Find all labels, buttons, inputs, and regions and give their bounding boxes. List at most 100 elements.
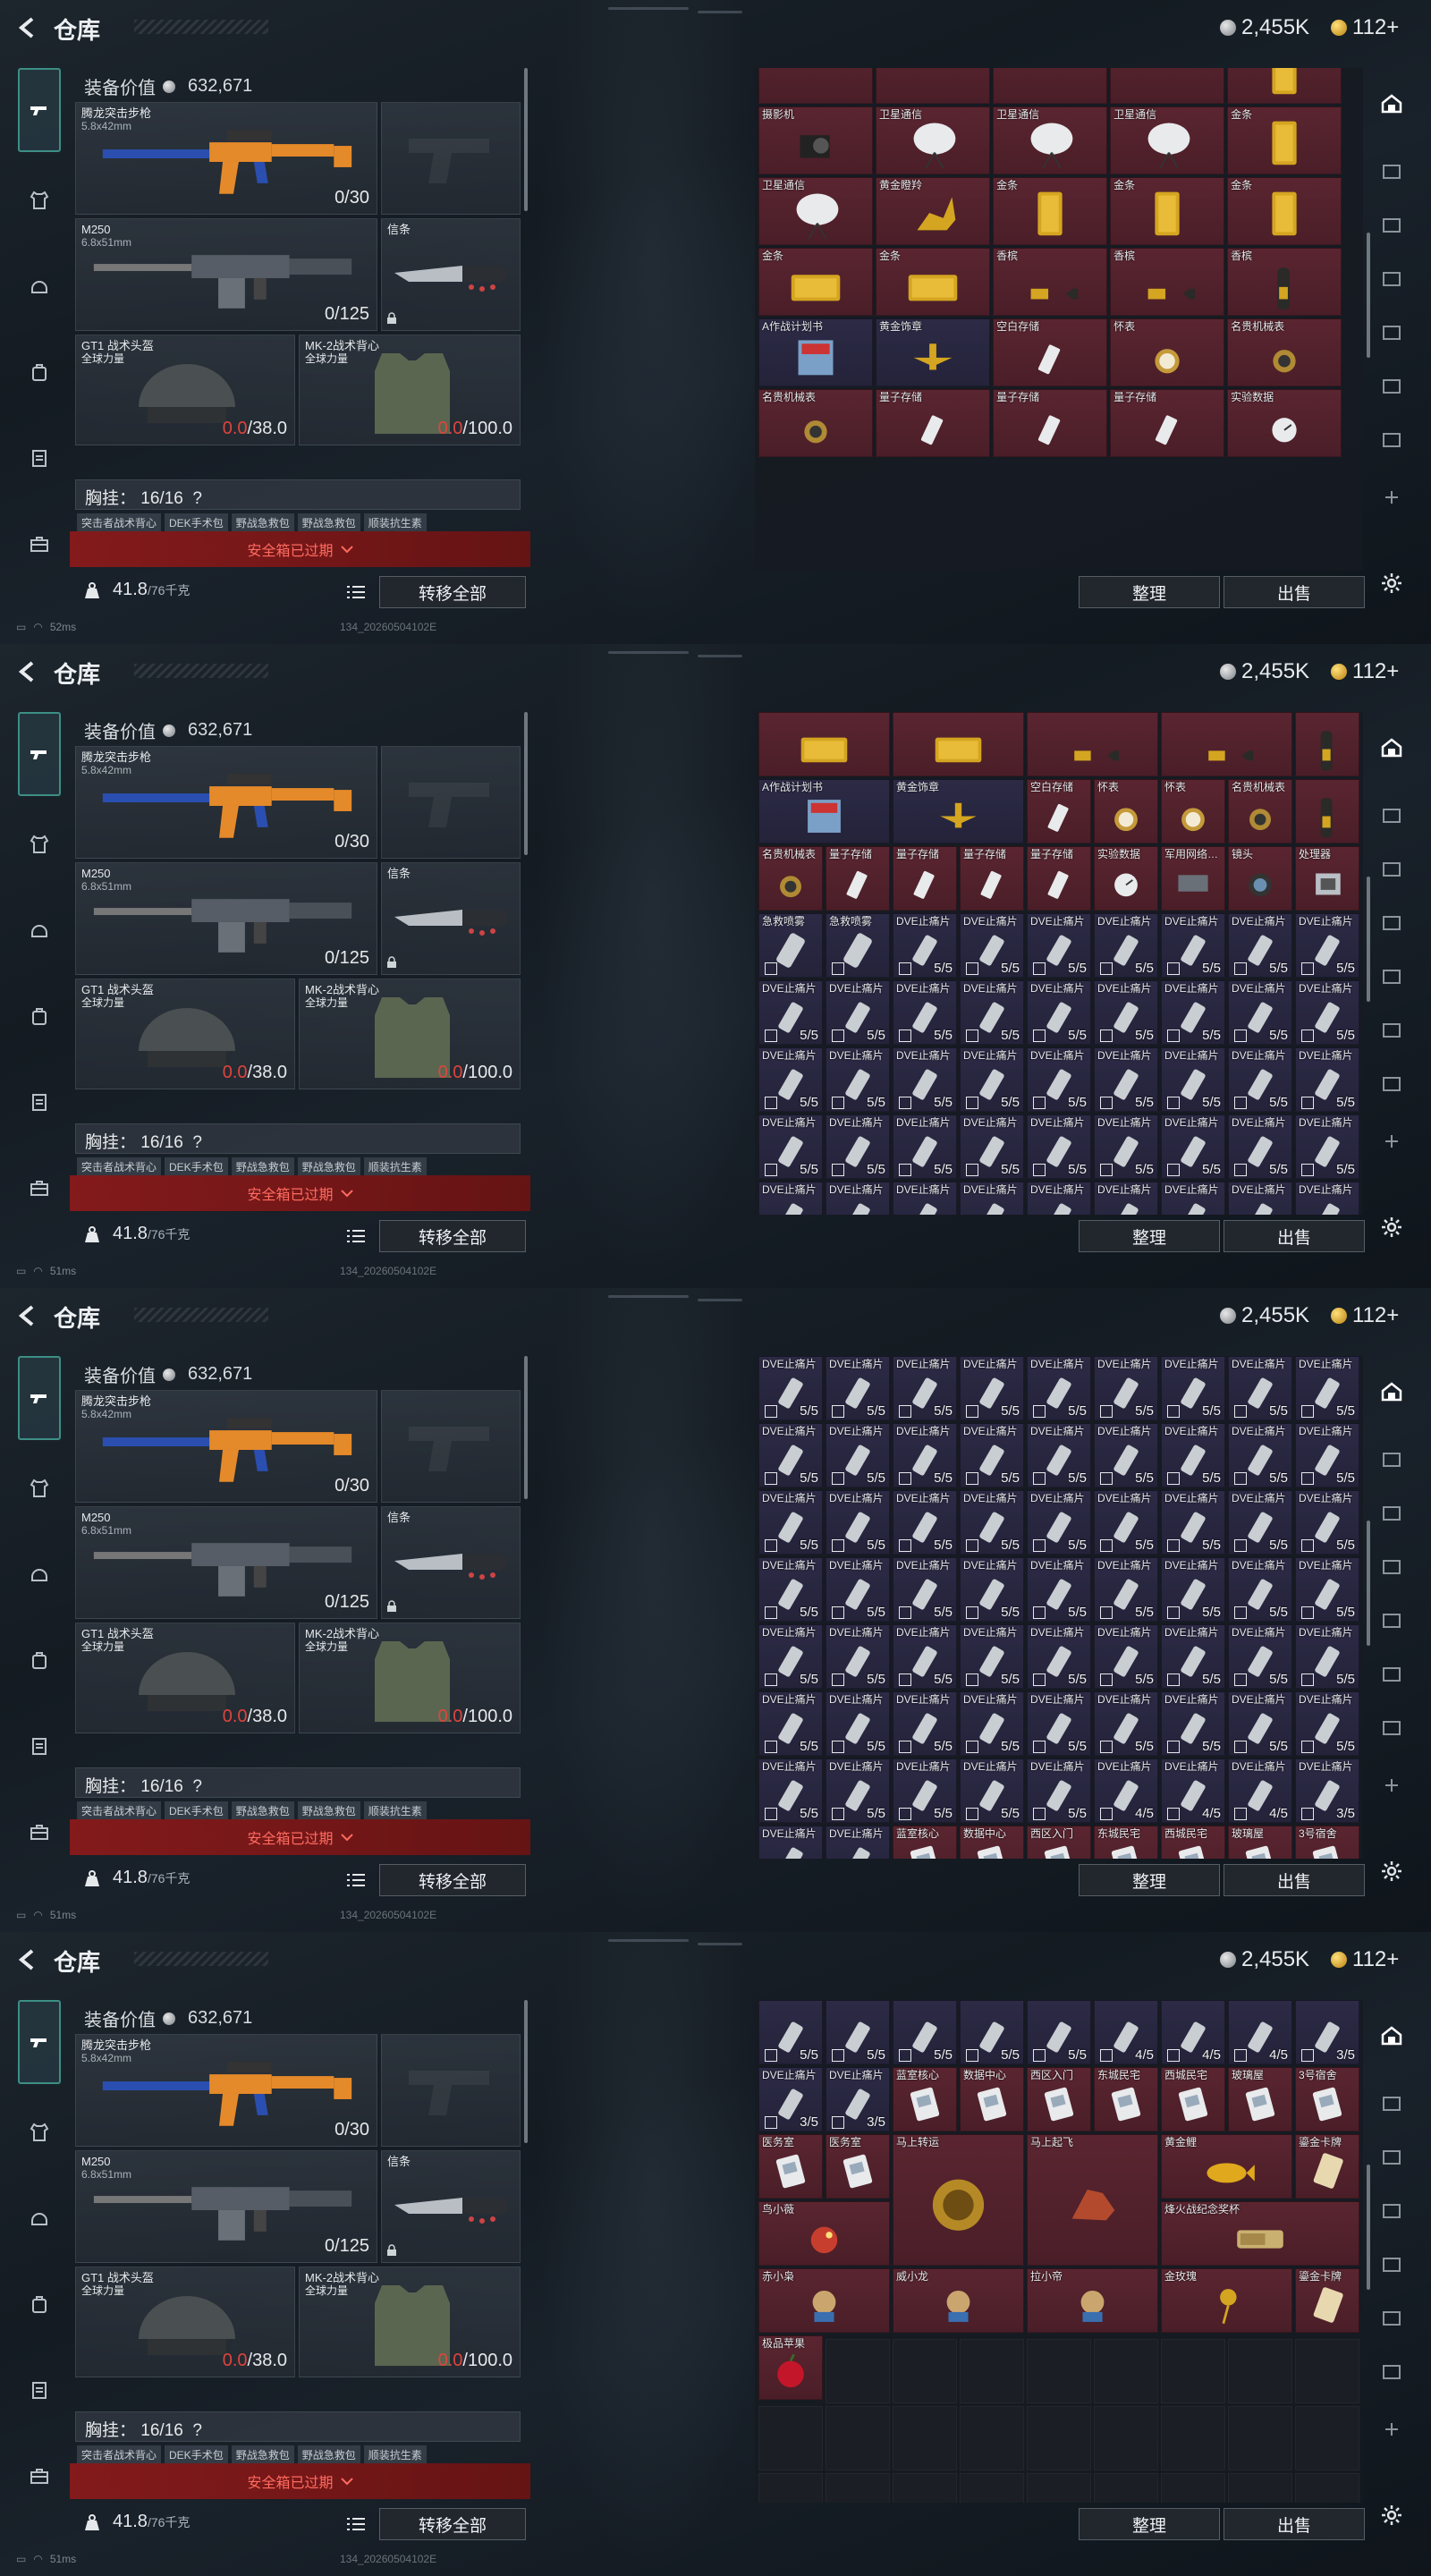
help-icon[interactable]: ?	[192, 1133, 202, 1152]
inventory-item[interactable]: 实验数据	[1094, 846, 1158, 911]
sell-button[interactable]: 出售	[1224, 1864, 1365, 1896]
primary-weapon-slot[interactable]: 腾龙突击步枪 5.8x42mm 0/30	[75, 102, 377, 215]
inventory-item[interactable]: 名贵机械表	[758, 846, 823, 911]
inventory-item[interactable]: DVE止痛片5/5	[893, 1423, 957, 1487]
add-container-button[interactable]	[1374, 479, 1410, 515]
inventory-item[interactable]: DVE止痛片5/5	[1027, 913, 1091, 978]
inventory-item[interactable]: 实验数据	[1227, 389, 1342, 457]
sidebar-weapons[interactable]	[18, 68, 61, 152]
inventory-item[interactable]: 马上起飞	[1027, 2134, 1158, 2266]
inventory-item[interactable]: DVE止痛片5/5	[893, 1114, 957, 1179]
chest-rig-item[interactable]: DEK手术包	[165, 1157, 228, 1175]
inventory-item[interactable]: 鸟小薇	[758, 2201, 890, 2266]
inventory-item[interactable]: DVE止痛片5/5	[826, 1182, 890, 1215]
sidearm-slot-empty[interactable]	[381, 746, 521, 859]
inventory-item[interactable]: DVE止痛片5/5	[960, 980, 1024, 1045]
silver-currency[interactable]: 2,455K	[1220, 1302, 1309, 1329]
sidearm-slot-empty[interactable]	[381, 102, 521, 215]
settings-button[interactable]	[1374, 565, 1410, 601]
empty-slot[interactable]	[826, 2406, 890, 2470]
inventory-item[interactable]: DVE止痛片5/5	[1228, 1047, 1292, 1112]
chest-rig-item[interactable]: 野战急救包	[231, 1801, 294, 1819]
inventory-item[interactable]: 5/5	[758, 2000, 823, 2064]
empty-slot[interactable]	[758, 2406, 823, 2470]
inventory-item[interactable]: DVE止痛片5/5	[1295, 1182, 1359, 1215]
inventory-item[interactable]: DVE止痛片5/5	[1161, 1423, 1225, 1487]
empty-slot[interactable]	[1094, 2406, 1158, 2470]
inventory-item[interactable]: DVE止痛片5/5	[758, 1114, 823, 1179]
inventory-item[interactable]: DVE止痛片5/5	[1027, 1114, 1091, 1179]
transfer-all-button[interactable]: 转移全部	[379, 1864, 526, 1896]
inventory-item[interactable]: DVE止痛片5/5	[893, 1182, 957, 1215]
armor-slot[interactable]: MK-2战术背心 全球力量 0.0/100.0	[299, 979, 521, 1089]
secondary-weapon-slot[interactable]: M250 6.8x51mm 0/125	[75, 1506, 377, 1619]
inventory-item[interactable]: DVE止痛片5/5	[893, 980, 957, 1045]
inventory-item[interactable]: 量子存储	[993, 389, 1108, 457]
secondary-weapon-slot[interactable]: M250 6.8x51mm 0/125	[75, 862, 377, 975]
inventory-item[interactable]: DVE止痛片5/5	[1295, 980, 1359, 1045]
container-tab-7[interactable]	[1374, 2354, 1410, 2390]
sidebar-helmet[interactable]	[18, 265, 61, 308]
settings-button[interactable]	[1374, 1853, 1410, 1889]
inventory-item[interactable]: 急救喷雾	[826, 913, 890, 978]
inventory-item[interactable]: DVE止痛片 3/5	[826, 2067, 890, 2131]
empty-slot[interactable]	[1228, 2339, 1292, 2403]
inventory-item[interactable]: 香槟	[1227, 248, 1342, 316]
safe-box-expired-banner[interactable]: 安全箱已过期	[70, 2463, 530, 2499]
inventory-item[interactable]: 医务室	[758, 2134, 823, 2199]
inventory-item[interactable]: 量子存储	[826, 846, 890, 911]
inventory-item[interactable]: DVE止痛片5/5	[1228, 1557, 1292, 1622]
helmet-slot[interactable]: GT1 战术头盔 全球力量 0.0/38.0	[75, 1623, 295, 1733]
sidebar-bag[interactable]	[18, 995, 61, 1038]
empty-slot[interactable]	[1161, 2406, 1225, 2470]
inventory-item[interactable]: 卫星通信	[993, 106, 1108, 174]
chest-rig-item[interactable]: 野战急救包	[231, 513, 294, 531]
inventory-item[interactable]: 极品苹果	[758, 2335, 823, 2400]
inventory-item[interactable]: 名贵机械表	[1228, 779, 1292, 843]
inventory-item[interactable]: DVE止痛片5/5	[1161, 980, 1225, 1045]
inventory-item[interactable]: 黄金瞪羚	[876, 177, 991, 245]
secondary-weapon-slot[interactable]: M250 6.8x51mm 0/125	[75, 218, 377, 331]
inventory-item[interactable]: 3/5	[1295, 2000, 1359, 2064]
inventory-item[interactable]: DVE止痛片5/5	[1094, 913, 1158, 978]
inventory-item[interactable]: DVE止痛片5/5	[1228, 1114, 1292, 1179]
inventory-item[interactable]: DVE止痛片5/5	[960, 1356, 1024, 1420]
inventory-item[interactable]: 蓝室核心	[893, 2067, 957, 2131]
sidebar-armor[interactable]	[18, 823, 61, 866]
inventory-item[interactable]: DVE止痛片5/5	[758, 1691, 823, 1756]
melee-slot[interactable]: 信条	[381, 1506, 521, 1619]
sidebar-helmet[interactable]	[18, 1553, 61, 1596]
sidebar-bag[interactable]	[18, 351, 61, 394]
inventory-item[interactable]: DVE止痛片5/5	[1295, 1047, 1359, 1112]
empty-slot[interactable]	[960, 2339, 1024, 2403]
container-tab-7[interactable]	[1374, 1710, 1410, 1746]
inventory-item[interactable]: DVE止痛片5/5	[758, 1758, 823, 1823]
container-tab-4[interactable]	[1374, 2193, 1410, 2229]
inventory-item[interactable]: DVE止痛片5/5	[1094, 1182, 1158, 1215]
sell-button[interactable]: 出售	[1224, 576, 1365, 608]
empty-slot[interactable]	[826, 2339, 890, 2403]
inventory-item[interactable]: 拉小帝	[1027, 2268, 1158, 2333]
armor-slot[interactable]: MK-2战术背心 全球力量 0.0/100.0	[299, 335, 521, 445]
inventory-item[interactable]: DVE止痛片5/5	[826, 980, 890, 1045]
settings-button[interactable]	[1374, 2497, 1410, 2533]
inventory-item[interactable]: DVE止痛片5/5	[1027, 1557, 1091, 1622]
gold-currency[interactable]: 112+	[1331, 658, 1399, 685]
primary-weapon-slot[interactable]: 腾龙突击步枪 5.8x42mm 0/30	[75, 2034, 377, 2147]
inventory-item[interactable]	[758, 712, 890, 776]
container-tab-5[interactable]	[1374, 959, 1410, 995]
sidebar-weapons[interactable]	[18, 1356, 61, 1440]
container-tab-6[interactable]	[1374, 2301, 1410, 2336]
add-container-button[interactable]	[1374, 1767, 1410, 1803]
inventory-item[interactable]	[1027, 712, 1158, 776]
inventory-item[interactable]: DVE止痛片5/5	[1027, 1490, 1091, 1555]
back-button[interactable]	[14, 1946, 41, 1973]
inventory-item[interactable]: DVE止痛片5/5	[758, 1557, 823, 1622]
inventory-item[interactable]: DVE止痛片5/5	[826, 1490, 890, 1555]
inventory-item[interactable]: DVE止痛片5/5	[1161, 1624, 1225, 1689]
inventory-item[interactable]: DVE止痛片5/5	[1295, 1490, 1359, 1555]
chest-rig-item[interactable]: 突击者战术背心	[77, 2445, 162, 2463]
secondary-weapon-slot[interactable]: M250 6.8x51mm 0/125	[75, 2150, 377, 2263]
empty-slot[interactable]	[893, 2339, 957, 2403]
gold-currency[interactable]: 112+	[1331, 1946, 1399, 1973]
